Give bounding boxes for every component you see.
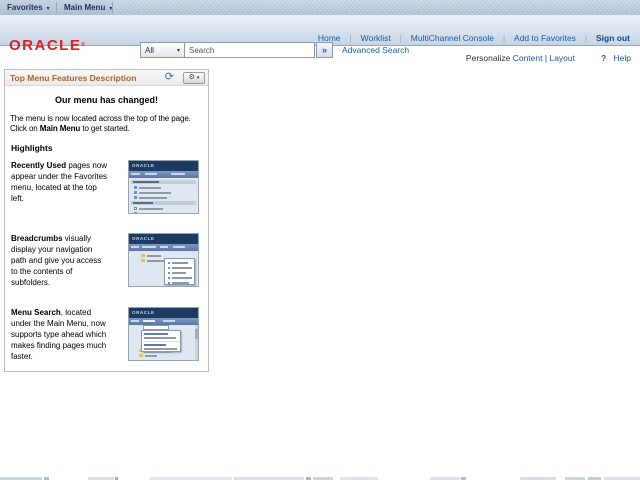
intro-line-2: Click on Main Menu to get started.	[10, 124, 203, 134]
oracle-logo-text: ORACLE	[9, 37, 82, 54]
chevron-down-icon: ▾	[46, 6, 50, 12]
announcement-text: Our menu has changed!	[54, 95, 159, 105]
personalize-row: Personalize Content | Layout ? Help	[0, 53, 640, 65]
thumbnail-menu-row	[168, 286, 192, 287]
menu-search-thumbnail: ORACLE	[128, 307, 199, 361]
highlight-lead: Breadcrumbs	[11, 234, 63, 243]
top-menu-features-pagelet: Top Menu Features Description ⟳ ⚙ ▾ Our …	[4, 69, 209, 372]
thumbnail-menu-row	[168, 271, 192, 274]
favorites-menu[interactable]: Favorites ▾	[0, 0, 57, 15]
thumbnail-menu-row	[168, 276, 192, 279]
personalize-layout-link[interactable]: Layout	[549, 53, 575, 63]
personalize-divider: |	[544, 53, 548, 63]
help-icon: ?	[600, 53, 607, 63]
thumbnail-menu-row	[168, 266, 192, 269]
thumbnail-breadcrumb-bar	[129, 244, 198, 251]
personalize-content-link[interactable]: Content	[513, 53, 543, 63]
thumbnail-list-row	[134, 196, 195, 199]
nav-link-multichannel-console[interactable]: MultiChannel Console	[402, 33, 503, 43]
thumbnail-list-row	[134, 186, 195, 189]
pagelet-options-button[interactable]: ⚙ ▾	[183, 71, 205, 84]
thumbnail-menu-row	[168, 261, 192, 264]
thumbnail-oracle-logo: ORACLE	[129, 234, 198, 244]
favorites-menu-label: Favorites	[7, 3, 43, 12]
header-band: ORACLE® Home | Worklist | MultiChannel C…	[0, 15, 640, 58]
intro-line-2-pre: Click on	[10, 124, 40, 133]
recently-used-thumbnail: ORACLE	[128, 160, 199, 214]
gear-icon: ⚙	[188, 73, 195, 81]
highlight-text: Menu Search, located under the Main Menu…	[11, 307, 109, 362]
thumbnail-menu-bar	[129, 318, 198, 325]
highlight-text: Recently Used pages now appear under the…	[11, 160, 109, 204]
thumbnail-menu-row	[168, 281, 192, 284]
highlight-menu-search: Menu Search, located under the Main Menu…	[11, 307, 202, 362]
thumbnail-section-header	[131, 201, 196, 205]
personalize-links: Personalize Content | Layout	[466, 53, 575, 63]
refresh-icon[interactable]: ⟳	[165, 72, 174, 83]
thumbnail-folder-row	[141, 254, 195, 257]
intro-line-2-post: to get started.	[80, 124, 130, 133]
chevron-down-icon: ▾	[196, 74, 200, 81]
intro-line-1: The menu is now located across the top o…	[10, 114, 191, 123]
thumbnail-list-row	[134, 191, 195, 194]
highlight-lead: Recently Used	[11, 161, 67, 170]
pagelet-title: Top Menu Features Description	[10, 72, 137, 83]
pagelet-header: Top Menu Features Description ⟳ ⚙ ▾	[5, 70, 208, 86]
sign-out-link[interactable]: Sign out	[587, 33, 632, 43]
intro-paragraph: The menu is now located across the top o…	[10, 114, 203, 134]
topbar-divider	[112, 2, 113, 13]
help-link[interactable]: Help	[614, 53, 631, 63]
breadcrumbs-thumbnail: ORACLE	[128, 233, 199, 287]
highlight-recently-used: Recently Used pages now appear under the…	[11, 160, 202, 214]
highlights-heading: Highlights	[11, 143, 53, 153]
thumbnail-section-header	[131, 180, 196, 184]
thumbnail-menu-bar	[129, 171, 198, 178]
highlight-lead: Menu Search	[11, 308, 61, 317]
page: Favorites ▾ Main Menu ▾ ORACLE® Home | Wor…	[0, 0, 640, 480]
intro-main-menu-bold: Main Menu	[39, 124, 81, 133]
pagelet-body: Our menu has changed! The menu is now lo…	[5, 86, 208, 362]
thumbnail-oracle-logo: ORACLE	[129, 308, 198, 318]
top-menu-bar: Favorites ▾ Main Menu ▾	[0, 0, 640, 15]
thumbnail-checkbox-row	[134, 207, 195, 210]
thumbnail-scrollbar	[195, 325, 198, 360]
highlight-breadcrumbs: Breadcrumbs visually display your naviga…	[11, 233, 202, 288]
oracle-logo: ORACLE®	[9, 38, 85, 53]
thumbnail-folder-row	[139, 354, 195, 357]
thumbnail-checkbox-row	[134, 212, 195, 213]
personalize-label: Personalize	[465, 53, 511, 63]
main-menu[interactable]: Main Menu ▾	[57, 0, 119, 15]
help-area: ? Help	[601, 53, 631, 63]
nav-link-add-to-favorites[interactable]: Add to Favorites	[505, 33, 585, 43]
thumbnail-dropdown-menu	[164, 258, 195, 285]
registered-mark: ®	[81, 42, 86, 48]
main-menu-label: Main Menu	[64, 3, 106, 12]
highlight-text: Breadcrumbs visually display your naviga…	[11, 233, 109, 288]
thumbnail-oracle-logo: ORACLE	[129, 161, 198, 171]
thumbnail-typeahead-dropdown	[141, 330, 181, 353]
